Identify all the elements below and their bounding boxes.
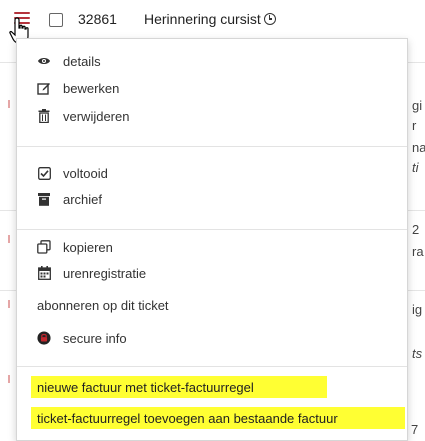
calendar-icon	[37, 266, 51, 280]
ticket-row: 32861 Herinnering cursist	[0, 0, 425, 40]
menu-divider	[17, 229, 407, 230]
bg-fragment: ts	[412, 346, 423, 361]
menu-item-label: voltooid	[63, 165, 108, 181]
bg-fragment: gi	[412, 98, 423, 113]
menu-item-details[interactable]: details	[17, 50, 101, 72]
bg-fragment: ig	[412, 302, 423, 317]
bg-fragment: 2	[412, 222, 420, 237]
edit-icon	[37, 81, 51, 95]
menu-divider	[17, 146, 407, 147]
menu-item-label: archief	[63, 191, 103, 207]
menu-item-factuurregel-toevoegen[interactable]: ticket-factuurregel toevoegen aan bestaa…	[31, 407, 405, 429]
menu-item-label: abonneren op dit ticket	[37, 297, 169, 313]
bg-fragment: r	[412, 118, 417, 133]
menu-item-label: urenregistratie	[63, 265, 147, 281]
menu-item-label: ticket-factuurregel toevoegen aan bestaa…	[37, 410, 338, 426]
bg-marker	[8, 375, 10, 383]
row-select-checkbox[interactable]	[49, 13, 63, 27]
bg-marker	[8, 235, 10, 243]
menu-item-label: secure info	[63, 330, 127, 346]
menu-item-label: nieuwe factuur met ticket-factuurregel	[37, 379, 254, 395]
ticket-title: Herinnering cursist	[144, 11, 276, 27]
clock-icon	[263, 13, 276, 25]
menu-item-abonneren[interactable]: abonneren op dit ticket	[17, 294, 169, 316]
trash-icon	[37, 109, 51, 123]
menu-item-label: details	[63, 53, 101, 69]
menu-item-archief[interactable]: archief	[17, 188, 102, 210]
menu-item-kopieren[interactable]: kopieren	[17, 236, 113, 258]
menu-item-voltooid[interactable]: voltooid	[17, 162, 108, 184]
menu-item-verwijderen[interactable]: verwijderen	[17, 105, 129, 127]
menu-item-label: verwijderen	[63, 108, 130, 124]
lock-icon	[37, 331, 51, 345]
archive-icon	[37, 192, 51, 206]
bg-fragment: ti	[412, 160, 419, 175]
bg-fragment: na	[412, 140, 425, 155]
ticket-id: 32861	[78, 11, 117, 27]
menu-item-label: bewerken	[63, 80, 120, 96]
menu-item-secure-info[interactable]: secure info	[17, 327, 127, 349]
ticket-title-text: Herinnering cursist	[144, 11, 261, 27]
checked-box-icon	[37, 166, 51, 180]
copy-icon	[37, 240, 51, 254]
menu-item-nieuwe-factuur[interactable]: nieuwe factuur met ticket-factuurregel	[31, 376, 327, 398]
menu-divider	[17, 366, 407, 367]
bg-marker	[8, 100, 10, 108]
menu-item-urenregistratie[interactable]: urenregistratie	[17, 262, 146, 284]
menu-item-bewerken[interactable]: bewerken	[17, 77, 119, 99]
ticket-actions-dropdown: details bewerken verwijderen voltooid ar…	[16, 38, 408, 441]
bg-fragment: 7	[411, 422, 419, 437]
menu-item-label: kopieren	[63, 239, 113, 255]
bg-marker	[8, 300, 10, 308]
bg-fragment: ra	[412, 244, 424, 259]
eye-icon	[37, 54, 51, 68]
